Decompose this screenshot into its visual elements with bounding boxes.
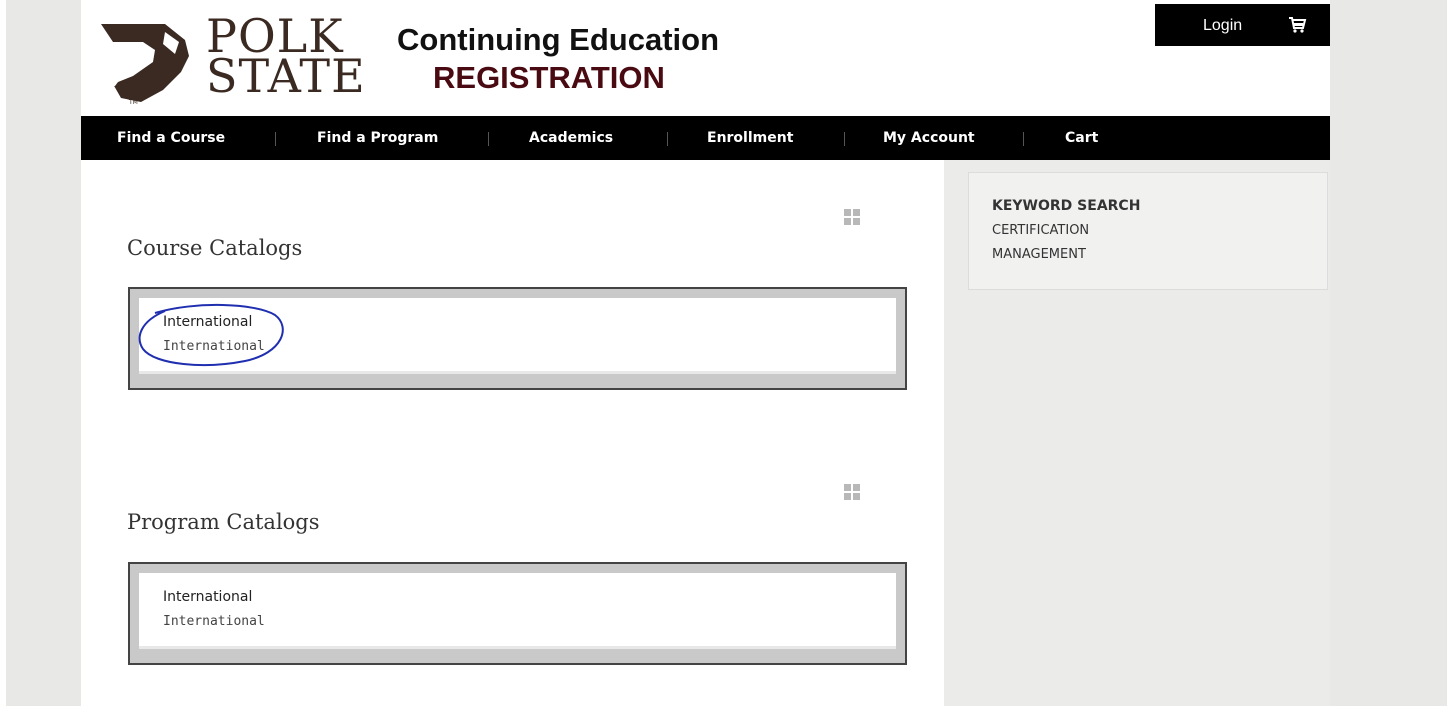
sidebar-item-management[interactable]: MANAGEMENT — [992, 247, 1086, 262]
program-catalog-subtitle: International — [163, 614, 265, 629]
nav-enrollment[interactable]: Enrollment — [707, 116, 793, 160]
grid-view-icon[interactable] — [844, 209, 862, 227]
grid-view-icon[interactable] — [844, 484, 862, 502]
keyword-search-panel: KEYWORD SEARCH CERTIFICATION MANAGEMENT — [968, 172, 1328, 290]
nav-separator — [488, 132, 489, 146]
nav-separator — [844, 132, 845, 146]
account-bar: Login — [1155, 4, 1330, 46]
main-nav: Find a Course Find a Program Academics E… — [81, 116, 1330, 160]
sidebar-item-certification[interactable]: CERTIFICATION — [992, 223, 1089, 238]
site-title-continuing-education: Continuing Education — [397, 22, 720, 57]
logo-line-state: STATE — [206, 49, 366, 103]
nav-separator — [667, 132, 668, 146]
nav-find-a-course[interactable]: Find a Course — [117, 116, 225, 160]
shopping-cart-icon[interactable] — [1287, 16, 1307, 34]
keyword-search-heading[interactable]: KEYWORD SEARCH — [992, 198, 1140, 214]
nav-cart[interactable]: Cart — [1065, 116, 1098, 160]
nav-find-a-program[interactable]: Find a Program — [317, 116, 438, 160]
left-gutter — [0, 0, 6, 706]
nav-separator — [1023, 132, 1024, 146]
nav-separator — [275, 132, 276, 146]
page-container: POLK STATE TM Continuing Education REGIS… — [81, 0, 1330, 706]
program-catalog-item: International International — [139, 573, 896, 649]
logo-wordmark: POLK STATE — [206, 13, 366, 103]
program-catalogs-title: Program Catalogs — [127, 510, 320, 534]
program-catalog-box: International International — [128, 562, 907, 665]
nav-my-account[interactable]: My Account — [883, 116, 975, 160]
site-title-registration: REGISTRATION — [433, 60, 665, 95]
annotation-circle-icon — [138, 304, 284, 366]
program-catalog-name-link[interactable]: International — [163, 589, 252, 605]
logo-trademark: TM — [129, 99, 138, 106]
course-catalogs-title: Course Catalogs — [127, 236, 303, 260]
site-header: POLK STATE TM Continuing Education REGIS… — [81, 0, 1330, 116]
nav-academics[interactable]: Academics — [529, 116, 613, 160]
polk-state-eagle-logo-icon[interactable] — [93, 14, 203, 106]
login-link[interactable]: Login — [1203, 17, 1242, 35]
